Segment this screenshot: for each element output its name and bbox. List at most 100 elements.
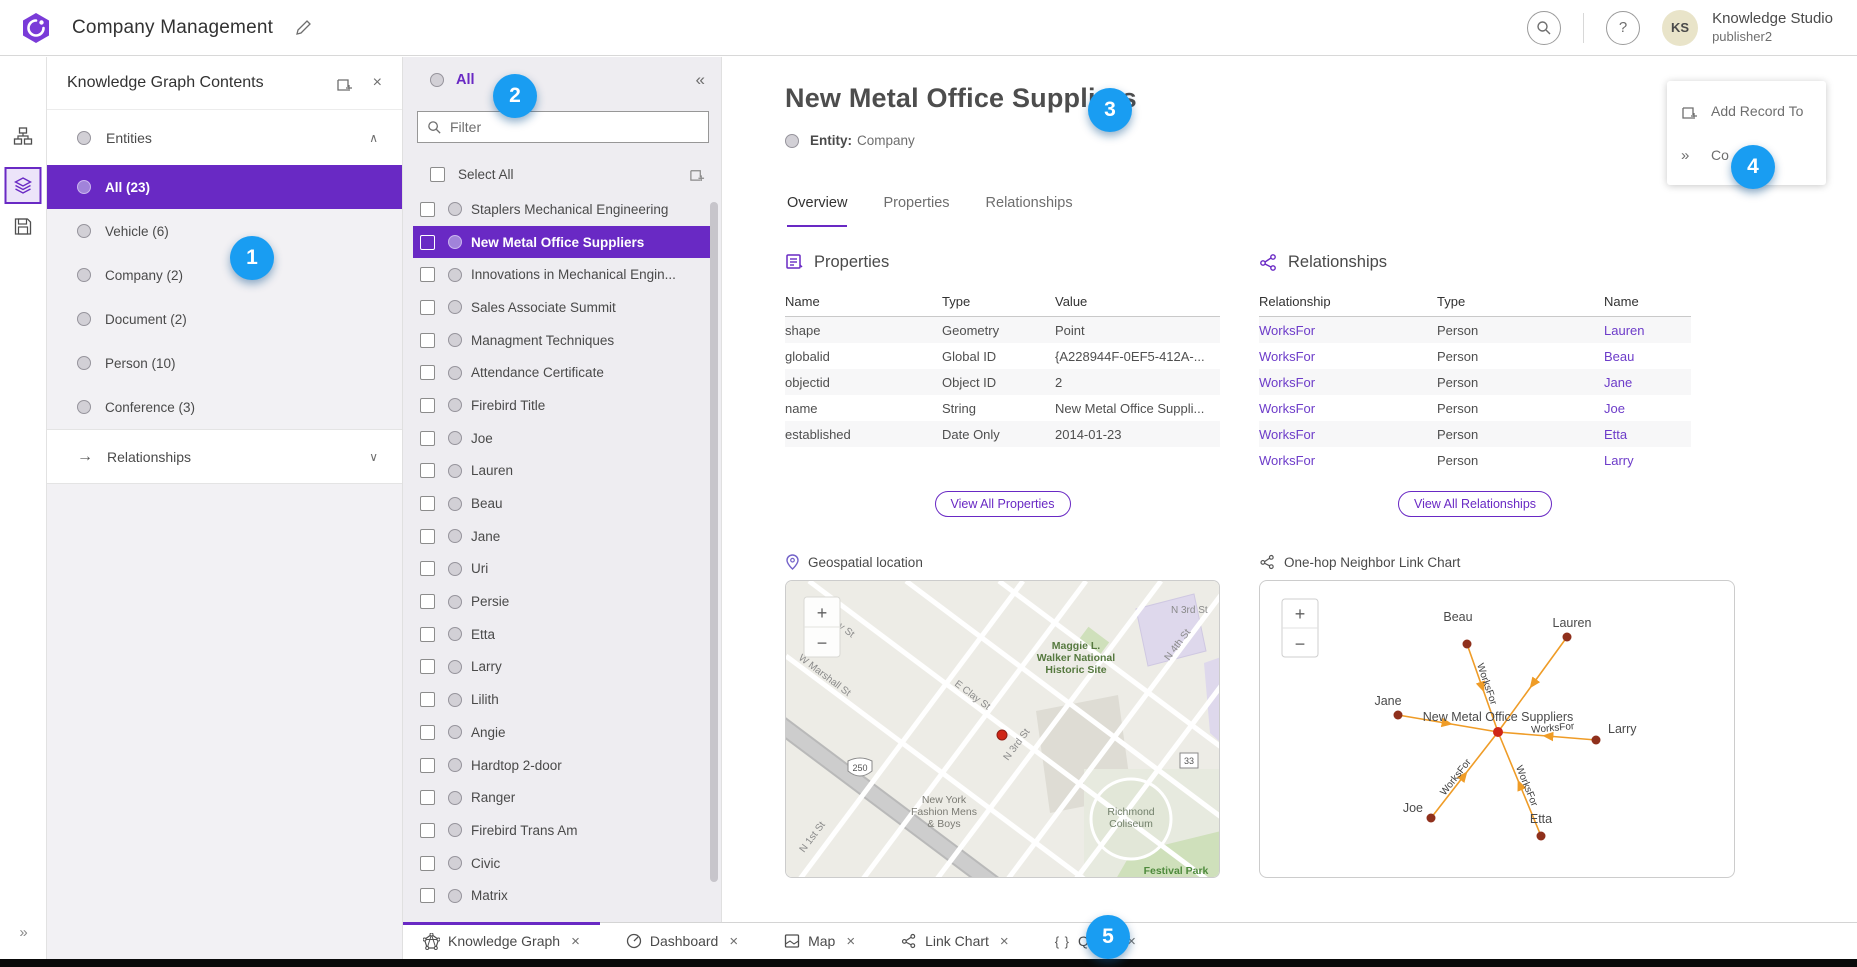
row-checkbox[interactable] [420, 202, 435, 217]
add-record-icon[interactable] [336, 75, 353, 92]
avatar[interactable]: KS [1662, 10, 1698, 46]
add-record-icon[interactable] [689, 166, 705, 182]
entity-type-row-company[interactable]: Company (2) [47, 253, 402, 297]
entity-type-row-all[interactable]: All (23) [47, 165, 402, 209]
list-item[interactable]: Uri [413, 553, 710, 586]
save-icon[interactable] [14, 217, 33, 236]
list-item[interactable]: Joe [413, 422, 710, 455]
row-checkbox[interactable] [420, 333, 435, 348]
list-item[interactable]: Lilith [413, 683, 710, 716]
list-item[interactable]: Sales Associate Summit [413, 291, 710, 324]
entity-link[interactable]: Beau [1604, 349, 1691, 364]
view-tab-dashboard[interactable]: Dashboard × [614, 923, 750, 960]
menu-item-add-record-to[interactable]: Add Record To [1667, 89, 1826, 133]
row-checkbox[interactable] [420, 235, 435, 250]
list-item[interactable]: Managment Techniques [413, 324, 710, 357]
app-logo-icon[interactable] [21, 12, 51, 44]
map-marker[interactable] [997, 730, 1007, 740]
expand-rail-icon[interactable]: » [0, 924, 47, 941]
list-item[interactable]: Beau [413, 487, 710, 520]
row-checkbox[interactable] [420, 692, 435, 707]
view-all-relationships-button[interactable]: View All Relationships [1398, 491, 1552, 517]
node-jane[interactable] [1394, 711, 1403, 720]
relationship-link[interactable]: WorksFor [1259, 453, 1437, 468]
row-checkbox[interactable] [420, 790, 435, 805]
zoom-out-button[interactable]: − [1295, 634, 1306, 654]
zoom-in-button[interactable]: + [817, 603, 828, 623]
node-etta[interactable] [1537, 832, 1546, 841]
list-item[interactable]: Hardtop 2-door [413, 749, 710, 782]
list-item[interactable]: Etta [413, 618, 710, 651]
entity-link[interactable]: Larry [1604, 453, 1691, 468]
collapse-panel-icon[interactable]: « [696, 70, 705, 90]
relationship-link[interactable]: WorksFor [1259, 427, 1437, 442]
row-checkbox[interactable] [420, 758, 435, 773]
entity-link[interactable]: Lauren [1604, 323, 1691, 338]
list-item[interactable]: Jane [413, 520, 710, 553]
list-item[interactable]: Innovations in Mechanical Engin... [413, 258, 710, 291]
view-all-properties-button[interactable]: View All Properties [935, 491, 1071, 517]
map-zoom-control[interactable]: + − [804, 597, 840, 657]
entity-link[interactable]: Jane [1604, 375, 1691, 390]
close-tab-icon[interactable]: × [1000, 933, 1009, 950]
close-tab-icon[interactable]: × [729, 933, 738, 950]
tab-relationships[interactable]: Relationships [986, 195, 1073, 227]
row-checkbox[interactable] [420, 300, 435, 315]
zoom-in-button[interactable]: + [1295, 604, 1306, 624]
list-item[interactable]: Ranger [413, 781, 710, 814]
row-checkbox[interactable] [420, 431, 435, 446]
node-joe[interactable] [1427, 814, 1436, 823]
list-item[interactable]: Staplers Mechanical Engineering [413, 193, 710, 226]
list-item[interactable]: Civic [413, 847, 710, 880]
row-checkbox[interactable] [420, 725, 435, 740]
view-tab-map[interactable]: Map × [772, 923, 867, 960]
relationship-link[interactable]: WorksFor [1259, 323, 1437, 338]
node-lauren[interactable] [1563, 633, 1572, 642]
entity-type-row-person[interactable]: Person (10) [47, 341, 402, 385]
row-checkbox[interactable] [420, 365, 435, 380]
data-model-icon[interactable] [14, 127, 33, 146]
list-item-selected[interactable]: New Metal Office Suppliers [413, 226, 710, 259]
list-item[interactable]: Firebird Title [413, 389, 710, 422]
edit-title-icon[interactable] [295, 19, 312, 36]
entity-link[interactable]: Etta [1604, 427, 1691, 442]
list-item[interactable]: Firebird Trans Am [413, 814, 710, 847]
list-item[interactable]: Angie [413, 716, 710, 749]
list-item[interactable]: Lauren [413, 455, 710, 488]
help-button[interactable]: ? [1606, 11, 1640, 45]
linkchart-panel[interactable]: WorksFor WorksFor WorksFor WorksFor Beau… [1259, 580, 1735, 878]
relationship-link[interactable]: WorksFor [1259, 401, 1437, 416]
node-larry[interactable] [1592, 736, 1601, 745]
row-checkbox[interactable] [420, 594, 435, 609]
select-all-checkbox[interactable] [430, 167, 445, 182]
row-checkbox[interactable] [420, 463, 435, 478]
entity-type-row-vehicle[interactable]: Vehicle (6) [47, 209, 402, 253]
view-tab-knowledge-graph[interactable]: Knowledge Graph × [403, 923, 600, 960]
node-beau[interactable] [1463, 640, 1472, 649]
all-filter-label[interactable]: All [456, 72, 696, 88]
row-checkbox[interactable] [420, 856, 435, 871]
entity-link[interactable]: Joe [1604, 401, 1691, 416]
row-checkbox[interactable] [420, 659, 435, 674]
close-panel-icon[interactable]: × [373, 74, 382, 92]
filter-input[interactable] [450, 119, 680, 135]
row-checkbox[interactable] [420, 529, 435, 544]
row-checkbox[interactable] [420, 561, 435, 576]
view-tab-link-chart[interactable]: Link Chart × [889, 923, 1021, 960]
map-panel[interactable]: W Clay St W Marshall St E Clay St N 3rd … [785, 580, 1220, 878]
list-item[interactable]: Attendance Certificate [413, 356, 710, 389]
tab-properties[interactable]: Properties [883, 195, 949, 227]
entities-section-header[interactable]: Entities ∧ [47, 110, 402, 165]
list-item[interactable]: Larry [413, 651, 710, 684]
search-button[interactable] [1527, 11, 1561, 45]
zoom-out-button[interactable]: − [817, 633, 828, 653]
entity-type-row-document[interactable]: Document (2) [47, 297, 402, 341]
linkchart-zoom-control[interactable]: + − [1282, 599, 1318, 657]
list-item[interactable]: Matrix [413, 879, 710, 912]
close-tab-icon[interactable]: × [571, 933, 580, 950]
scrollbar-thumb[interactable] [710, 202, 718, 882]
row-checkbox[interactable] [420, 267, 435, 282]
row-checkbox[interactable] [420, 627, 435, 642]
list-item[interactable]: Persie [413, 585, 710, 618]
tab-overview[interactable]: Overview [787, 195, 847, 227]
